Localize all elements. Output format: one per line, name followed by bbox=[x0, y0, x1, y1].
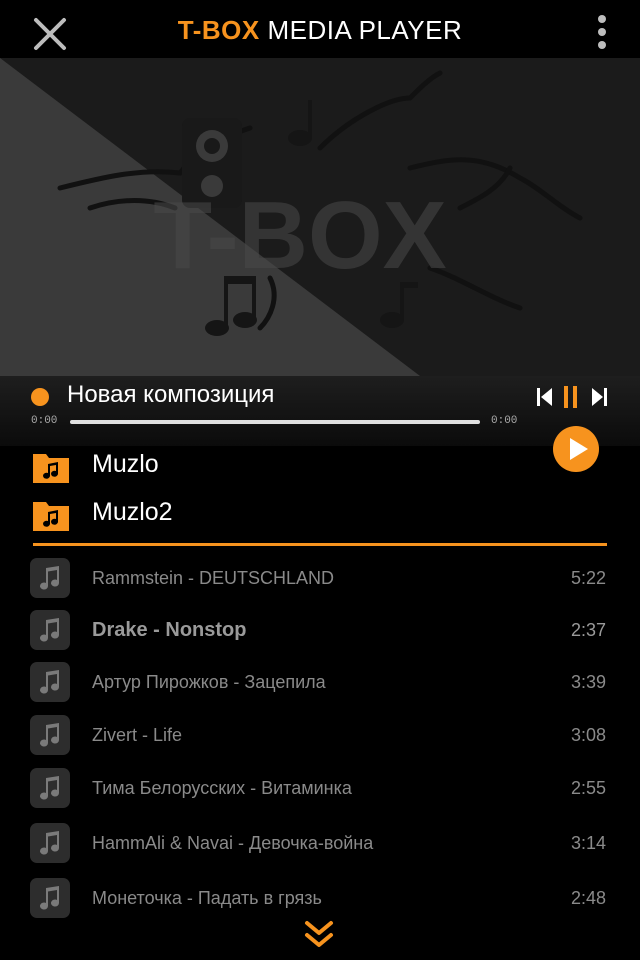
track-duration: 5:22 bbox=[570, 568, 606, 588]
music-note-icon bbox=[30, 823, 70, 863]
track-title: Монеточка - Падать в грязь bbox=[92, 888, 322, 908]
pause-button[interactable] bbox=[563, 384, 579, 410]
now-playing-bar: Новая композиция 0:00 0:00 bbox=[0, 376, 640, 446]
previous-button[interactable] bbox=[537, 384, 553, 410]
folder-name: Muzlo bbox=[92, 450, 159, 478]
track-title: Тима Белорусских - Витаминка bbox=[92, 778, 352, 798]
scroll-down-button[interactable] bbox=[304, 918, 334, 952]
skip-next-icon bbox=[592, 388, 607, 406]
track-duration: 3:39 bbox=[570, 672, 606, 692]
track-duration: 2:37 bbox=[570, 620, 606, 640]
folder-item[interactable]: Muzlo2 bbox=[30, 494, 590, 538]
track-title: Drake - Nonstop bbox=[92, 619, 247, 641]
app-title-brand: T-BOX bbox=[177, 15, 260, 45]
time-total: 0:00 bbox=[491, 415, 518, 427]
menu-button[interactable] bbox=[592, 14, 612, 50]
app-title: T-BOX MEDIA PLAYER bbox=[0, 15, 640, 46]
more-vertical-icon bbox=[598, 15, 606, 49]
music-note-icon bbox=[30, 768, 70, 808]
track-row[interactable]: Тима Белорусских - Витаминка 2:55 bbox=[30, 768, 608, 812]
track-title: Артур Пирожков - Зацепила bbox=[92, 672, 326, 692]
skip-previous-icon bbox=[537, 388, 552, 406]
app-title-subtitle: MEDIA PLAYER bbox=[267, 15, 463, 45]
track-row[interactable]: HammAli & Navai - Девочка-война 3:14 bbox=[30, 823, 608, 867]
next-button[interactable] bbox=[591, 384, 607, 410]
track-row[interactable]: Drake - Nonstop 2:37 bbox=[30, 610, 608, 654]
music-folder-icon bbox=[33, 502, 69, 531]
pause-icon bbox=[564, 386, 577, 408]
music-note-icon bbox=[30, 558, 70, 598]
track-row[interactable]: Rammstein - DEUTSCHLAND 5:22 bbox=[30, 558, 608, 602]
track-title: Rammstein - DEUTSCHLAND bbox=[92, 568, 335, 588]
track-duration: 3:14 bbox=[570, 833, 606, 853]
divider bbox=[33, 543, 607, 546]
track-row[interactable]: Монеточка - Падать в грязь 2:48 bbox=[30, 878, 608, 922]
chevron-double-down-icon bbox=[305, 921, 333, 947]
playing-indicator bbox=[31, 388, 49, 406]
folder-item[interactable]: Muzlo bbox=[30, 446, 590, 490]
music-folder-icon bbox=[33, 454, 69, 483]
cover-logo-text: T-BOX bbox=[153, 182, 446, 289]
track-title: Zivert - Life bbox=[92, 725, 183, 745]
now-playing-title: Новая композиция bbox=[67, 381, 275, 408]
time-current: 0:00 bbox=[31, 415, 58, 427]
progress-bar[interactable] bbox=[70, 420, 480, 424]
music-note-icon bbox=[30, 878, 70, 918]
album-cover: T-BOX bbox=[0, 58, 640, 376]
track-row[interactable]: Артур Пирожков - Зацепила 3:39 bbox=[30, 662, 608, 706]
music-note-icon bbox=[30, 662, 70, 702]
folder-name: Muzlo2 bbox=[92, 498, 173, 526]
app-header: T-BOX MEDIA PLAYER bbox=[0, 0, 640, 58]
music-note-icon bbox=[30, 610, 70, 650]
track-duration: 2:48 bbox=[570, 888, 606, 908]
track-duration: 2:55 bbox=[570, 778, 606, 798]
music-note-icon bbox=[30, 715, 70, 755]
track-title: HammAli & Navai - Девочка-война bbox=[92, 833, 374, 853]
track-duration: 3:08 bbox=[570, 725, 606, 745]
track-row[interactable]: Zivert - Life 3:08 bbox=[30, 715, 608, 759]
